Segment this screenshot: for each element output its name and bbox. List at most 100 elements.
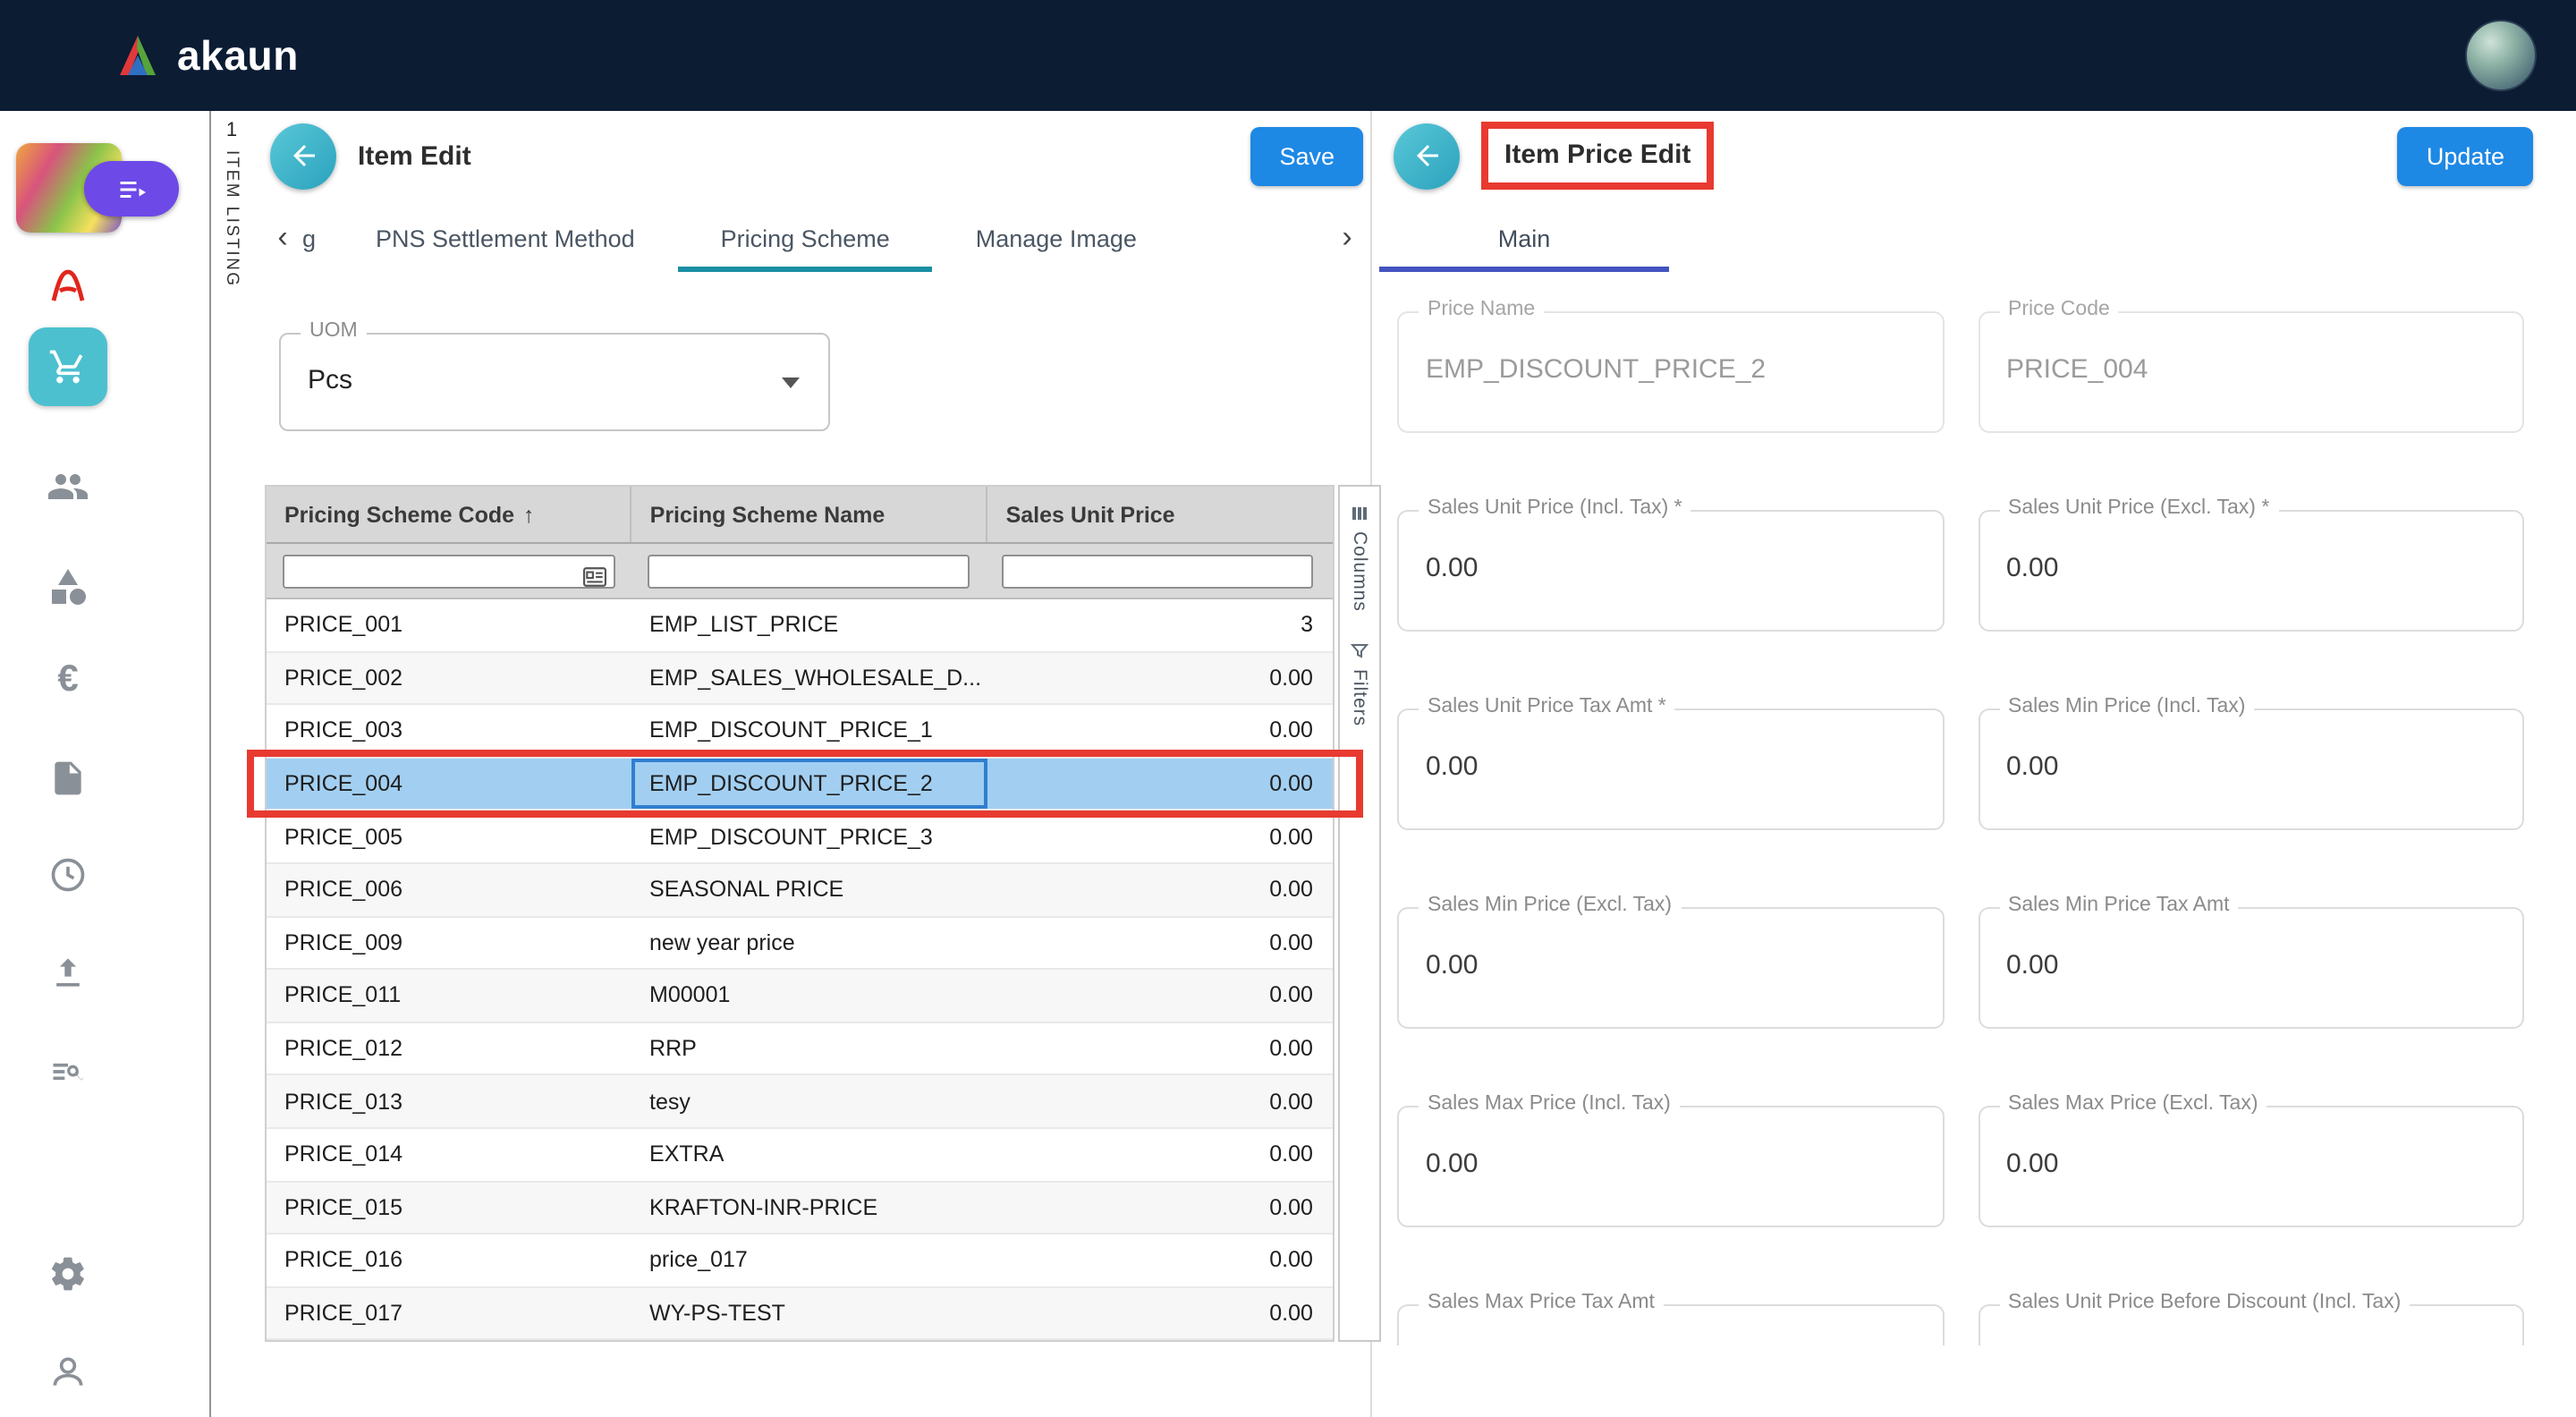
uom-label: UOM: [301, 320, 367, 342]
sidebar-item-category[interactable]: [0, 565, 136, 608]
pricing-scheme-row[interactable]: PRICE_005EMP_DISCOUNT_PRICE_30.00: [267, 811, 1333, 864]
sidebar-item-account[interactable]: [0, 1353, 136, 1392]
table-body: PRICE_001EMP_LIST_PRICE3PRICE_002EMP_SAL…: [267, 599, 1333, 1341]
lookup-card-icon[interactable]: [582, 566, 606, 586]
table-filter-row: [267, 544, 1333, 599]
field-value: 0.00: [2006, 751, 2058, 782]
form-field[interactable]: Sales Max Price (Excl. Tax)0.00: [1978, 1106, 2524, 1227]
pricing-scheme-row[interactable]: PRICE_013tesy0.00: [267, 1076, 1333, 1129]
chevron-down-icon: [782, 378, 800, 388]
back-button[interactable]: [1394, 123, 1460, 189]
sidebar-item-currency[interactable]: €: [0, 658, 136, 701]
form-field[interactable]: Sales Min Price (Excl. Tax)0.00: [1397, 907, 1944, 1029]
cell-pricing-scheme-name: WY-PS-TEST: [631, 1287, 987, 1338]
pricing-scheme-row[interactable]: PRICE_012RRP0.00: [267, 1023, 1333, 1076]
pricing-scheme-row[interactable]: PRICE_009new year price0.00: [267, 917, 1333, 970]
filter-price-input[interactable]: [1002, 554, 1313, 588]
cell-pricing-scheme-code: PRICE_005: [267, 811, 631, 862]
header-sales-unit-price[interactable]: Sales Unit Price: [988, 487, 1333, 542]
cell-pricing-scheme-name: SEASONAL PRICE: [631, 864, 987, 915]
cell-pricing-scheme-name: EMP_DISCOUNT_PRICE_1: [631, 705, 987, 756]
uom-value: Pcs: [308, 365, 352, 395]
cell-sales-unit-price: 0.00: [987, 1182, 1333, 1233]
sidebar-item-history[interactable]: [0, 855, 136, 895]
gear-icon: [48, 1254, 88, 1294]
pricing-scheme-row[interactable]: PRICE_006SEASONAL PRICE0.00: [267, 864, 1333, 917]
pricing-scheme-row[interactable]: PRICE_015KRAFTON-INR-PRICE0.00: [267, 1182, 1333, 1235]
pricing-scheme-row[interactable]: PRICE_016price_0170.00: [267, 1235, 1333, 1287]
form-field[interactable]: Sales Unit Price Before Discount (Incl. …: [1978, 1304, 2524, 1345]
sidebar-item-pos-active[interactable]: [29, 327, 107, 406]
update-button[interactable]: Update: [2398, 126, 2533, 185]
form-field[interactable]: Sales Max Price Tax Amt: [1397, 1304, 1944, 1345]
tab-main[interactable]: Main: [1379, 204, 1669, 272]
euro-icon: €: [57, 658, 78, 701]
search-list-icon: [48, 1052, 88, 1091]
sidebar-item-acrobat[interactable]: [0, 265, 136, 308]
pricing-scheme-row[interactable]: PRICE_014EXTRA0.00: [267, 1129, 1333, 1182]
people-icon: [47, 465, 89, 508]
filter-name-input[interactable]: [647, 554, 970, 588]
cell-pricing-scheme-code: PRICE_014: [267, 1129, 631, 1180]
form-field[interactable]: Sales Unit Price (Incl. Tax) *0.00: [1397, 510, 1944, 632]
uom-select[interactable]: UOM Pcs: [279, 333, 830, 431]
header-pricing-scheme-name[interactable]: Pricing Scheme Name: [632, 487, 988, 542]
form-field[interactable]: Sales Unit Price Tax Amt *0.00: [1397, 708, 1944, 830]
form-field[interactable]: Sales Min Price Tax Amt0.00: [1978, 907, 2524, 1029]
pricing-scheme-row[interactable]: PRICE_004EMP_DISCOUNT_PRICE_20.00: [267, 759, 1333, 811]
cell-pricing-scheme-name: RRP: [631, 1023, 987, 1074]
sidebar-item-file[interactable]: [0, 759, 136, 798]
save-button[interactable]: Save: [1250, 126, 1363, 185]
pricing-scheme-row[interactable]: PRICE_003EMP_DISCOUNT_PRICE_10.00: [267, 705, 1333, 758]
sidebar-item-search-list[interactable]: [0, 1052, 136, 1091]
pricing-scheme-row[interactable]: PRICE_017WY-PS-TEST0.00: [267, 1287, 1333, 1340]
menu-pill-button[interactable]: [84, 161, 179, 216]
field-value: 0.00: [1426, 1149, 1478, 1179]
tab-manage-image[interactable]: Manage Image: [933, 204, 1180, 272]
pricing-scheme-table: Pricing Scheme Code ↑ Pricing Scheme Nam…: [265, 485, 1381, 1343]
columns-tool[interactable]: Columns: [1349, 503, 1370, 612]
page-title: Item Edit: [358, 140, 471, 171]
cell-pricing-scheme-code: PRICE_011: [267, 970, 631, 1021]
screen: akaun: [0, 0, 2576, 1417]
cell-pricing-scheme-code: PRICE_017: [267, 1287, 631, 1338]
field-value: 0.00: [1426, 950, 1478, 980]
tab-partial[interactable]: g: [302, 204, 333, 272]
tab-pricing-scheme[interactable]: Pricing Scheme: [678, 204, 933, 272]
listing-tab-strip[interactable]: 1 ITEM LISTING: [211, 111, 252, 1417]
cell-pricing-scheme-code: PRICE_004: [267, 759, 631, 810]
pricing-scheme-row[interactable]: PRICE_001EMP_LIST_PRICE3: [267, 599, 1333, 652]
filter-funnel-icon: [1349, 641, 1370, 662]
cell-sales-unit-price: 0.00: [987, 917, 1333, 968]
tabs-scroll-right-icon[interactable]: ›: [1327, 204, 1367, 272]
pricing-scheme-row[interactable]: PRICE_011M000010.00: [267, 970, 1333, 1022]
page-title: Item Price Edit: [1504, 140, 1690, 170]
form-field[interactable]: Sales Max Price (Incl. Tax)0.00: [1397, 1106, 1944, 1227]
field-label: Sales Min Price Tax Amt: [1999, 895, 2239, 916]
field-label: Sales Unit Price (Excl. Tax) *: [1999, 497, 2278, 519]
cell-sales-unit-price: 0.00: [987, 652, 1333, 703]
field-value: 0.00: [2006, 553, 2058, 583]
cell-sales-unit-price: 0.00: [987, 1287, 1333, 1338]
filter-code-input[interactable]: [283, 554, 614, 588]
sidebar-item-contacts[interactable]: [0, 465, 136, 508]
user-avatar[interactable]: [2465, 20, 2537, 91]
form-scroll-area: Price NameEMP_DISCOUNT_PRICE_2Price Code…: [1372, 111, 2576, 1345]
back-button[interactable]: [270, 123, 336, 189]
listing-tab-index: 1: [226, 120, 237, 141]
field-value: 0.00: [1426, 751, 1478, 782]
sidebar-item-settings[interactable]: [0, 1254, 136, 1294]
pricing-scheme-row[interactable]: PRICE_002EMP_SALES_WHOLESALE_D...0.00: [267, 652, 1333, 705]
tab-pns-settlement-method[interactable]: PNS Settlement Method: [333, 204, 678, 272]
brand-name: akaun: [177, 31, 299, 80]
category-icon: [47, 565, 89, 608]
cell-sales-unit-price: 0.00: [987, 1076, 1333, 1127]
header-pricing-scheme-code[interactable]: Pricing Scheme Code ↑: [267, 487, 632, 542]
sidebar-item-upload[interactable]: [0, 954, 136, 993]
item-price-edit-panel: Price NameEMP_DISCOUNT_PRICE_2Price Code…: [1372, 111, 2576, 1417]
form-field[interactable]: Sales Min Price (Incl. Tax)0.00: [1978, 708, 2524, 830]
filters-tool[interactable]: Filters: [1349, 641, 1370, 726]
tabs-scroll-left-icon[interactable]: ‹: [263, 204, 302, 272]
cell-pricing-scheme-name: EMP_DISCOUNT_PRICE_2: [631, 759, 987, 810]
form-field[interactable]: Sales Unit Price (Excl. Tax) *0.00: [1978, 510, 2524, 632]
